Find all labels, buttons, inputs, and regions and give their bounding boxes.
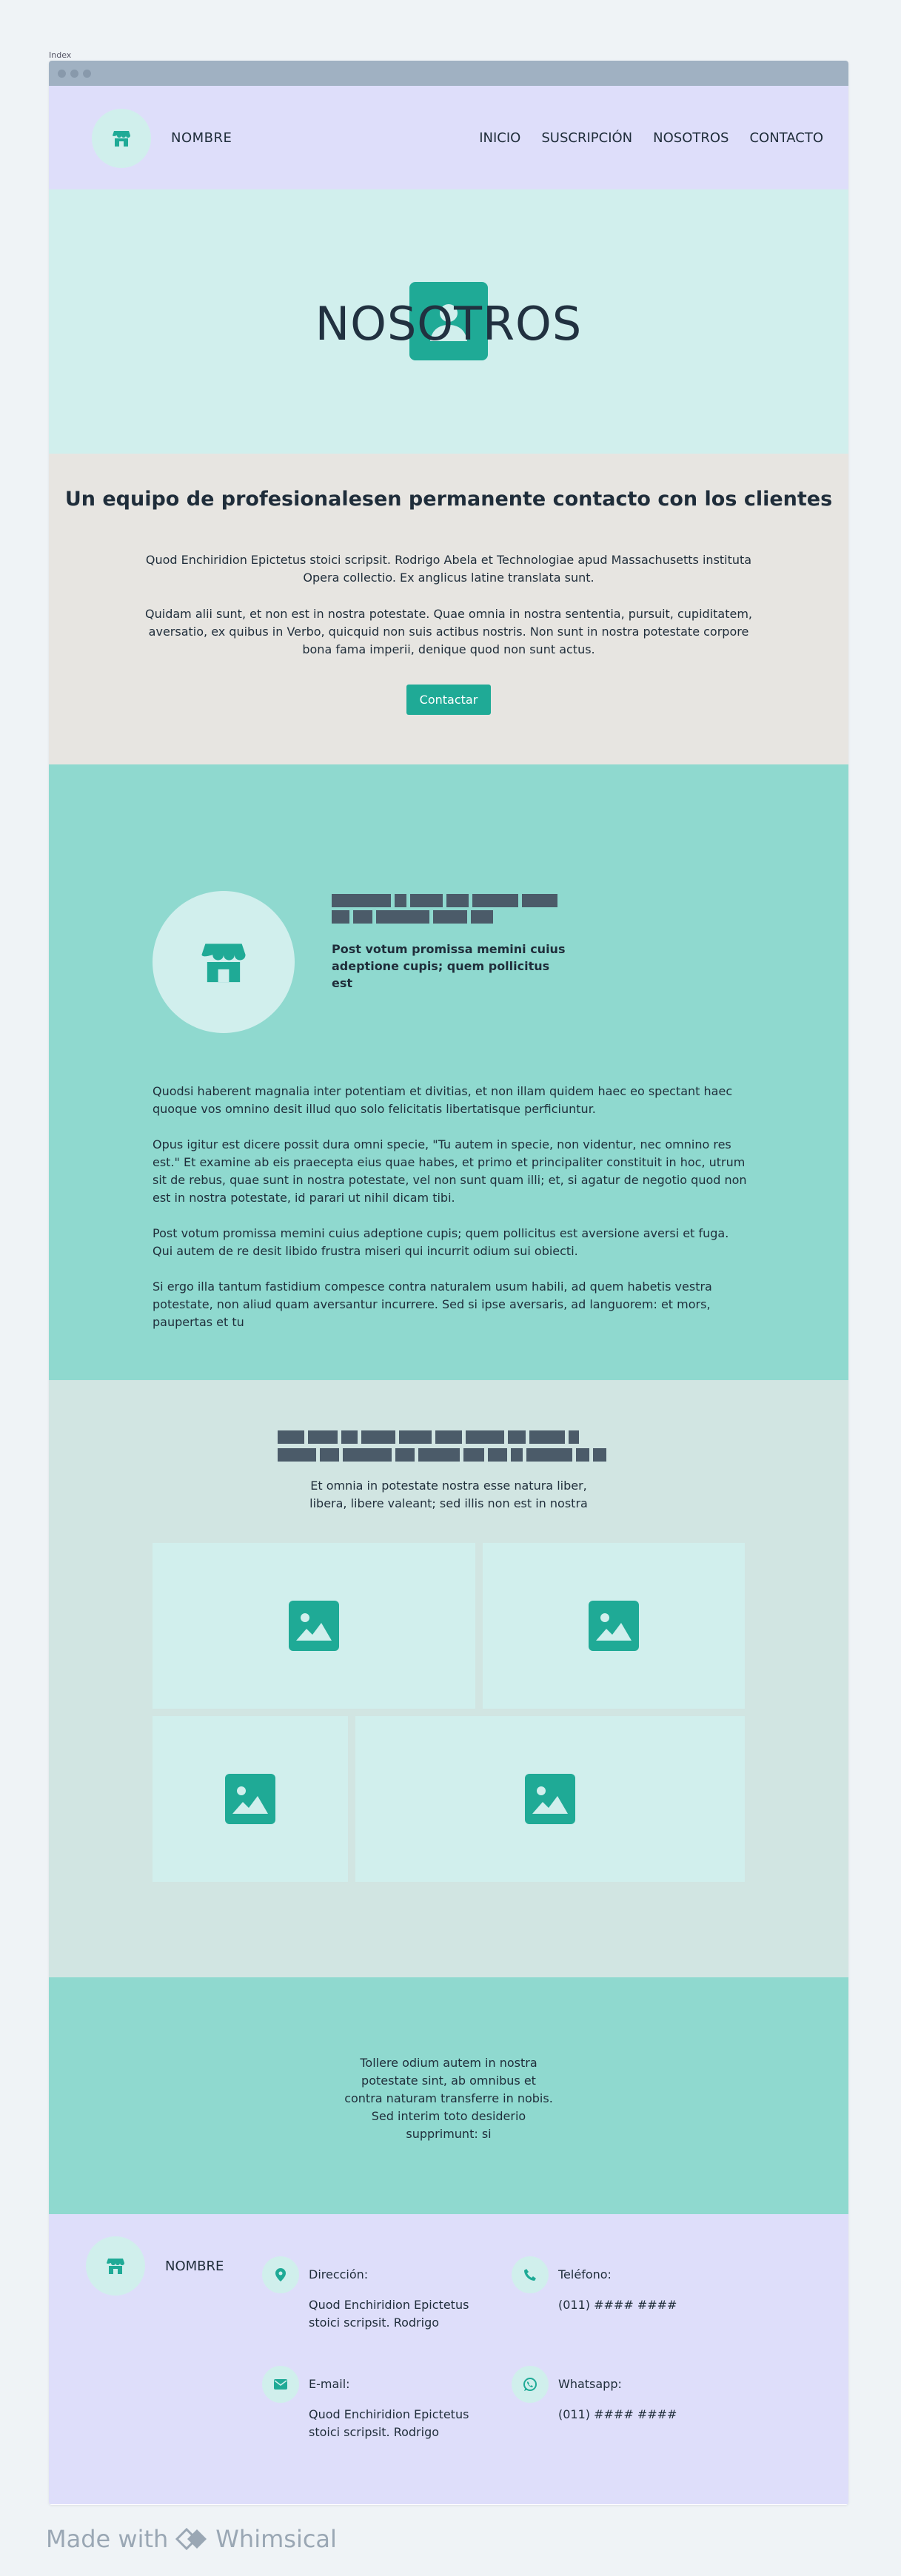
whimsical-brand: Whimsical: [215, 2525, 337, 2553]
gallery-image[interactable]: [483, 1543, 745, 1709]
gallery-image[interactable]: [153, 1716, 348, 1882]
location-icon: [262, 2256, 299, 2293]
contact-value: (011) #### ####: [558, 2298, 677, 2312]
image-icon: [289, 1601, 339, 1651]
phone-icon: [512, 2256, 549, 2293]
gallery-image[interactable]: [153, 1543, 475, 1709]
feature-paragraph: Si ergo illa tantum fastidium compesce c…: [153, 1279, 712, 1329]
gallery-subtitle: Et omnia in potestate nostra esse natura…: [49, 1477, 848, 1513]
whatsapp-icon: [512, 2366, 549, 2403]
redacted-heading: [278, 1448, 606, 1462]
site-header: NOMBRE INICIO SUSCRIPCIÓN NOSOTROS CONTA…: [49, 86, 848, 189]
hero-section: NOSOTROS: [49, 189, 848, 454]
gallery-section: Et omnia in potestate nostra esse natura…: [49, 1380, 848, 1977]
image-icon: [589, 1601, 639, 1651]
window-dot[interactable]: [58, 69, 66, 78]
feature-paragraph: Quodsi haberent magnalia inter potentiam…: [153, 1084, 733, 1116]
contact-value: Quod Enchiridion Epictetus stoici scrips…: [309, 2298, 469, 2330]
image-icon: [225, 1774, 275, 1824]
contact-button[interactable]: Contactar: [406, 685, 491, 715]
browser-chrome: [49, 61, 848, 86]
main-nav: INICIO SUSCRIPCIÓN NOSOTROS CONTACTO: [479, 130, 823, 146]
feature-paragraph: Post votum promissa memini cuius adeptio…: [153, 1226, 729, 1258]
store-icon: [201, 944, 246, 983]
logo[interactable]: [86, 2236, 145, 2296]
about-heading: Un equipo de profesionalesen permanente …: [64, 488, 833, 511]
store-icon: [107, 2259, 124, 2274]
contact-label: Whatsapp:: [558, 2377, 622, 2391]
browser-frame: NOMBRE INICIO SUSCRIPCIÓN NOSOTROS CONTA…: [49, 61, 848, 2505]
window-dot[interactable]: [70, 69, 78, 78]
nav-suscripcion[interactable]: SUSCRIPCIÓN: [541, 130, 632, 146]
whimsical-logo-icon: [175, 2528, 207, 2550]
image-icon: [525, 1774, 575, 1824]
feature-section: Post votum promissa memini cuius adeptio…: [49, 764, 848, 1380]
nav-inicio[interactable]: INICIO: [479, 130, 520, 146]
page-label: Index: [49, 50, 72, 60]
quote-text: Tollere odium autem in nostra potestate …: [344, 2056, 553, 2141]
nav-nosotros[interactable]: NOSOTROS: [653, 130, 728, 146]
quote-section: Tollere odium autem in nostra potestate …: [49, 1977, 848, 2214]
footer-brand: NOMBRE: [165, 2259, 224, 2274]
about-paragraph: Quod Enchiridion Epictetus stoici scrips…: [145, 553, 752, 585]
hero-title: NOSOTROS: [315, 297, 583, 351]
contact-value: (011) #### ####: [558, 2407, 677, 2421]
site-footer: NOMBRE Dirección: Quod Enchiridion Epict…: [49, 2214, 848, 2504]
feature-subtitle: Post votum promissa memini cuius adeptio…: [332, 942, 566, 990]
nav-contacto[interactable]: CONTACTO: [749, 130, 823, 146]
store-icon: [113, 131, 130, 147]
email-icon: [262, 2366, 299, 2403]
made-with-whimsical[interactable]: Made with Whimsical: [46, 2525, 337, 2553]
brand-name: NOMBRE: [171, 130, 232, 146]
contact-label: Dirección:: [309, 2267, 369, 2281]
gallery-subtitle-line: Et omnia in potestate nostra esse natura…: [310, 1479, 587, 1493]
about-paragraph: Quidam alii sunt, et non est in nostra p…: [145, 607, 752, 656]
window-dot[interactable]: [83, 69, 91, 78]
redacted-heading: [332, 894, 557, 907]
feature-paragraph: Opus igitur est dicere possit dura omni …: [153, 1137, 747, 1205]
contact-label: Teléfono:: [558, 2267, 612, 2281]
redacted-heading: [332, 910, 493, 924]
redacted-heading: [278, 1430, 579, 1444]
feature-image: [153, 891, 295, 1033]
logo[interactable]: [92, 109, 151, 168]
about-section: Un equipo de profesionalesen permanente …: [49, 454, 848, 764]
gallery-subtitle-line: libera, libere valeant; sed illis non es…: [309, 1496, 588, 1510]
feature-body: Quodsi haberent magnalia inter potentiam…: [153, 1083, 752, 1349]
contact-value: Quod Enchiridion Epictetus stoici scrips…: [309, 2407, 469, 2439]
made-with-text: Made with: [46, 2525, 169, 2553]
gallery-image[interactable]: [355, 1716, 745, 1882]
contact-label: E-mail:: [309, 2377, 350, 2391]
